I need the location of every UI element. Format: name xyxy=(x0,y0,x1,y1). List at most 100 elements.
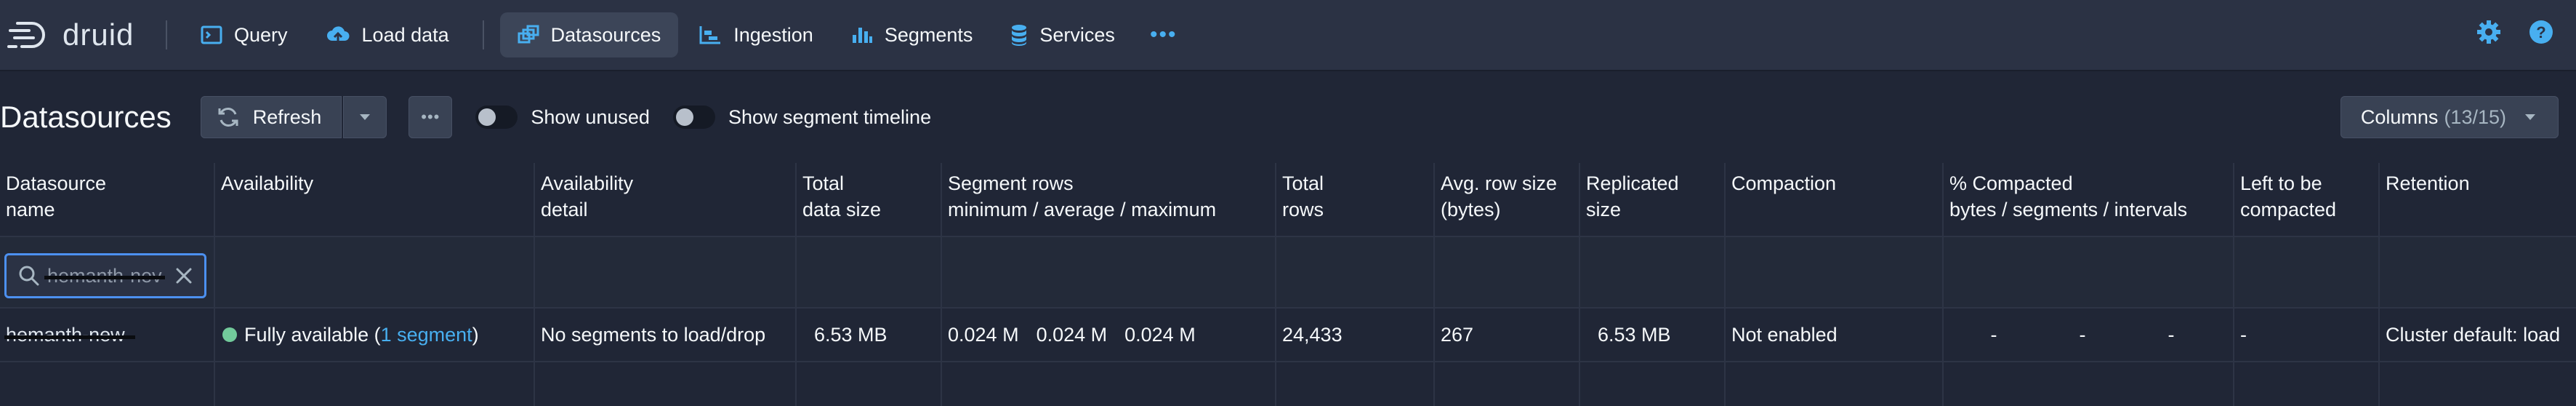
cell-segment-rows: 0.024 M 0.024 M 0.024 M xyxy=(942,309,1276,361)
nav-segments-label: Segments xyxy=(884,23,973,46)
col-header-segment-rows[interactable]: Segment rows minimum / average / maximum xyxy=(942,163,1276,236)
refresh-options-button[interactable] xyxy=(343,96,387,138)
cell-total-rows: 24,433 xyxy=(1276,309,1435,361)
cell-retention[interactable]: Cluster default: load xyxy=(2380,309,2576,361)
col-header-avg-row-size[interactable]: Avg. row size (bytes) xyxy=(1435,163,1580,236)
nav-divider-2 xyxy=(482,20,484,49)
col-header-compaction[interactable]: Compaction xyxy=(1726,163,1944,236)
segments-link[interactable]: 1 segment xyxy=(381,324,472,346)
empty-cell xyxy=(1276,362,1435,406)
datasources-table: Datasource name Availability Availability… xyxy=(0,163,2576,406)
nav-load-data[interactable]: Load data xyxy=(308,12,467,57)
show-segment-timeline-label: Show segment timeline xyxy=(728,106,932,128)
cell-percent-compacted: - - - xyxy=(1944,309,2234,361)
nav-more-button[interactable]: ••• xyxy=(1135,23,1192,47)
show-unused-switch[interactable] xyxy=(475,106,518,129)
status-dot-available xyxy=(222,327,237,342)
empty-cell xyxy=(1726,362,1944,406)
show-unused-label: Show unused xyxy=(531,106,650,128)
nav-segments[interactable]: Segments xyxy=(834,12,991,57)
top-navbar: druid Query Load data Datasources Ingest… xyxy=(0,0,2576,71)
empty-cell xyxy=(215,362,535,406)
empty-cell xyxy=(942,362,1276,406)
datasource-name-filter[interactable]: hemanth-nev xyxy=(4,253,206,298)
empty-cell xyxy=(1580,362,1726,406)
filter-cell-name: hemanth-nev xyxy=(0,237,215,307)
filter-cell xyxy=(797,237,942,307)
show-segment-timeline-toggle[interactable]: Show segment timeline xyxy=(672,106,932,129)
col-header-percent-compacted[interactable]: % Compacted bytes / segments / intervals xyxy=(1944,163,2234,236)
empty-table-row xyxy=(0,362,2576,406)
col-header-left-to-be-compacted[interactable]: Left to be compacted xyxy=(2234,163,2380,236)
segments-icon xyxy=(852,28,872,43)
empty-cell xyxy=(0,362,215,406)
cell-avg-row-size: 267 xyxy=(1435,309,1580,361)
nav-services-label: Services xyxy=(1039,23,1115,46)
table-row[interactable]: hemanth-new Fully available ( 1 segment … xyxy=(0,309,2576,362)
filter-cell xyxy=(2380,237,2576,307)
col-header-replicated-size[interactable]: Replicated size xyxy=(1580,163,1726,236)
col-header-total-data-size[interactable]: Total data size xyxy=(797,163,942,236)
col-header-total-rows[interactable]: Total rows xyxy=(1276,163,1435,236)
more-actions-button[interactable]: ••• xyxy=(408,96,453,138)
columns-button[interactable]: Columns (13/15) xyxy=(2340,96,2559,138)
cell-compaction[interactable]: Not enabled xyxy=(1726,309,1944,361)
filter-cell xyxy=(1580,237,1726,307)
filter-cell xyxy=(1726,237,1944,307)
ingestion-chart-icon xyxy=(699,26,721,44)
nav-datasources-label: Datasources xyxy=(550,23,661,46)
search-icon xyxy=(19,266,39,286)
nav-query[interactable]: Query xyxy=(183,12,305,57)
filter-cell xyxy=(1944,237,2234,307)
show-unused-toggle[interactable]: Show unused xyxy=(475,106,650,129)
database-icon xyxy=(1012,25,1027,46)
refresh-icon xyxy=(218,108,238,127)
query-icon xyxy=(201,25,222,44)
empty-cell xyxy=(535,362,797,406)
filter-cell xyxy=(2234,237,2380,307)
col-header-datasource-name[interactable]: Datasource name xyxy=(0,163,215,236)
page-title: Datasources xyxy=(0,100,172,134)
nav-query-label: Query xyxy=(234,23,288,46)
datasources-toolbar: Datasources Refresh ••• Show unused Show… xyxy=(0,71,2576,163)
caret-down-icon xyxy=(2525,114,2535,120)
empty-cell xyxy=(2234,362,2380,406)
gear-icon[interactable] xyxy=(2476,19,2502,45)
columns-label: Columns xyxy=(2360,106,2439,128)
nav-datasources[interactable]: Datasources xyxy=(499,12,679,57)
empty-cell xyxy=(797,362,942,406)
filter-row: hemanth-nev xyxy=(0,236,2576,309)
col-header-availability-detail[interactable]: Availability detail xyxy=(535,163,797,236)
nav-divider xyxy=(166,20,167,49)
caret-down-icon xyxy=(360,114,371,120)
nav-services[interactable]: Services xyxy=(993,12,1132,57)
table-header-row: Datasource name Availability Availability… xyxy=(0,163,2576,236)
app-name: druid xyxy=(63,17,134,52)
top-right-actions: ? xyxy=(2476,19,2554,45)
refresh-button[interactable]: Refresh xyxy=(200,96,342,138)
col-header-availability[interactable]: Availability xyxy=(215,163,535,236)
more-actions-label: ••• xyxy=(421,108,440,126)
filter-cell xyxy=(1276,237,1435,307)
filter-cell xyxy=(942,237,1276,307)
empty-cell xyxy=(1435,362,1580,406)
col-header-retention[interactable]: Retention xyxy=(2380,163,2576,236)
columns-count: (13/15) xyxy=(2444,106,2506,128)
cell-datasource-name[interactable]: hemanth-new xyxy=(0,309,215,361)
druid-logo[interactable]: druid xyxy=(7,17,153,52)
cell-availability: Fully available ( 1 segment ) xyxy=(215,309,535,361)
refresh-label: Refresh xyxy=(252,106,322,128)
nav-load-data-label: Load data xyxy=(361,23,449,46)
cell-replicated-size: 6.53 MB xyxy=(1580,309,1726,361)
datasources-icon xyxy=(518,25,539,44)
filter-input-value[interactable]: hemanth-nev xyxy=(44,265,165,287)
cloud-upload-icon xyxy=(326,26,350,44)
cell-availability-detail: No segments to load/drop xyxy=(535,309,797,361)
cell-total-data-size: 6.53 MB xyxy=(797,309,942,361)
empty-cell xyxy=(2380,362,2576,406)
help-icon[interactable]: ? xyxy=(2528,19,2554,45)
show-segment-timeline-switch[interactable] xyxy=(672,106,715,129)
nav-ingestion[interactable]: Ingestion xyxy=(681,12,831,57)
filter-cell xyxy=(1435,237,1580,307)
clear-filter-icon[interactable] xyxy=(174,266,194,286)
